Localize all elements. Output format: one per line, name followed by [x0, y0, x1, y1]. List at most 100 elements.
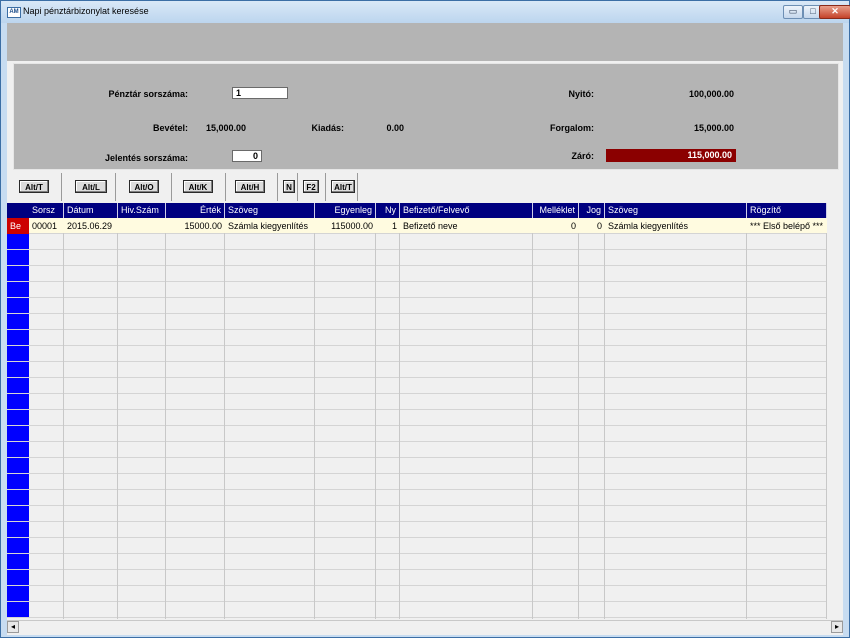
top-panel: [7, 23, 843, 61]
row-selector[interactable]: [7, 490, 29, 506]
column-header[interactable]: Melléklet: [533, 203, 579, 218]
grid-corner: [7, 203, 29, 218]
column-divider: [314, 218, 315, 619]
column-divider: [826, 218, 827, 619]
row-selector[interactable]: [7, 554, 29, 570]
toolbar-button[interactable]: N: [283, 180, 295, 193]
column-divider: [165, 218, 166, 619]
row-selector[interactable]: [7, 506, 29, 522]
row-selector[interactable]: [7, 442, 29, 458]
table-cell: 1: [391, 221, 397, 231]
data-grid[interactable]: Sorsz Dátum Hiv.Szám Érték Szöveg Egyenleg Ny B…: [7, 203, 843, 619]
row-divider: [7, 537, 827, 538]
column-header[interactable]: Érték: [166, 203, 225, 218]
column-header[interactable]: Jog: [579, 203, 605, 218]
cashbox-input[interactable]: 1: [232, 87, 288, 99]
column-header[interactable]: Befizető/Felvevő: [400, 203, 533, 218]
row-divider: [7, 569, 827, 570]
column-divider: [399, 218, 400, 619]
column-header[interactable]: Ny: [376, 203, 400, 218]
row-divider: [7, 505, 827, 506]
row-selector[interactable]: [7, 266, 29, 282]
horizontal-scrollbar[interactable]: ◂ ▸: [7, 620, 843, 633]
minimize-button[interactable]: ▭: [783, 5, 803, 19]
row-divider: [7, 425, 827, 426]
row-selector[interactable]: [7, 362, 29, 378]
toolbar-button[interactable]: Alt/T: [19, 180, 49, 193]
row-selector[interactable]: [7, 250, 29, 266]
row-selector[interactable]: [7, 346, 29, 362]
column-header[interactable]: Dátum: [64, 203, 118, 218]
income-value: 15,000.00: [205, 123, 246, 133]
opening-value: 100,000.00: [688, 89, 734, 99]
report-input[interactable]: 0: [232, 150, 262, 162]
row-selector[interactable]: [7, 602, 29, 618]
row-selector[interactable]: [7, 394, 29, 410]
row-divider: [7, 329, 827, 330]
row-selector[interactable]: [7, 426, 29, 442]
toolbar-button[interactable]: Alt/K: [183, 180, 213, 193]
row-divider: [7, 617, 827, 618]
column-header[interactable]: Szöveg: [605, 203, 747, 218]
row-selector[interactable]: [7, 474, 29, 490]
row-divider: [7, 585, 827, 586]
row-divider: [7, 441, 827, 442]
row-divider: [7, 553, 827, 554]
row-divider: [7, 281, 827, 282]
closing-value: 115,000.00: [606, 149, 736, 162]
row-selector[interactable]: [7, 282, 29, 298]
close-button[interactable]: ✕: [819, 5, 850, 19]
column-divider: [117, 218, 118, 619]
column-divider: [746, 218, 747, 619]
toolbar-button[interactable]: F2: [303, 180, 319, 193]
row-type-marker: Be: [7, 218, 29, 234]
title-bar[interactable]: AM Napi pénztárbizonylat keresése ▭ □ ✕: [1, 1, 850, 23]
row-divider: [7, 313, 827, 314]
client-area: Pénztár sorszáma: 1 Bevétel: 15,000.00 K…: [7, 23, 843, 635]
row-divider: [7, 489, 827, 490]
row-divider: [7, 601, 827, 602]
scroll-left-icon[interactable]: ◂: [7, 621, 19, 633]
row-selector[interactable]: [7, 586, 29, 602]
summary-panel: Pénztár sorszáma: 1 Bevétel: 15,000.00 K…: [13, 63, 839, 170]
column-header[interactable]: Hiv.Szám: [118, 203, 166, 218]
column-divider: [375, 218, 376, 619]
row-selector[interactable]: [7, 378, 29, 394]
column-header[interactable]: Szöveg: [225, 203, 315, 218]
cashbox-label: Pénztár sorszáma:: [108, 89, 188, 99]
row-selector[interactable]: [7, 570, 29, 586]
row-selector[interactable]: [7, 330, 29, 346]
toolbar-button[interactable]: Alt/T: [331, 180, 355, 193]
column-header[interactable]: Sorsz: [29, 203, 64, 218]
toolbar-button[interactable]: Alt/H: [235, 180, 265, 193]
row-divider: [7, 249, 827, 250]
scroll-right-icon[interactable]: ▸: [831, 621, 843, 633]
row-divider: [7, 345, 827, 346]
row-divider: [7, 521, 827, 522]
row-selector[interactable]: [7, 314, 29, 330]
table-cell: 2015.06.29: [67, 221, 113, 231]
row-selector[interactable]: [7, 458, 29, 474]
row-divider: [7, 377, 827, 378]
column-divider: [63, 218, 64, 619]
row-selector[interactable]: [7, 538, 29, 554]
column-header[interactable]: Rögzítő: [747, 203, 827, 218]
column-divider: [532, 218, 533, 619]
table-cell: 0: [570, 221, 576, 231]
row-selector[interactable]: [7, 298, 29, 314]
toolbar-button[interactable]: Alt/L: [75, 180, 107, 193]
column-header[interactable]: Egyenleg: [315, 203, 376, 218]
table-cell: [118, 218, 166, 234]
app-icon: AM: [7, 7, 21, 18]
turnover-label: Forgalom:: [550, 123, 594, 133]
row-divider: [7, 473, 827, 474]
table-cell: Befizető neve: [403, 221, 458, 231]
table-cell: Számla kiegyenlítés: [608, 221, 689, 231]
row-selector[interactable]: [7, 234, 29, 250]
table-cell: 15000.00: [184, 221, 222, 231]
row-selector[interactable]: [7, 522, 29, 538]
toolbar-button[interactable]: Alt/O: [129, 180, 159, 193]
row-divider: [7, 409, 827, 410]
column-divider: [224, 218, 225, 619]
row-selector[interactable]: [7, 410, 29, 426]
